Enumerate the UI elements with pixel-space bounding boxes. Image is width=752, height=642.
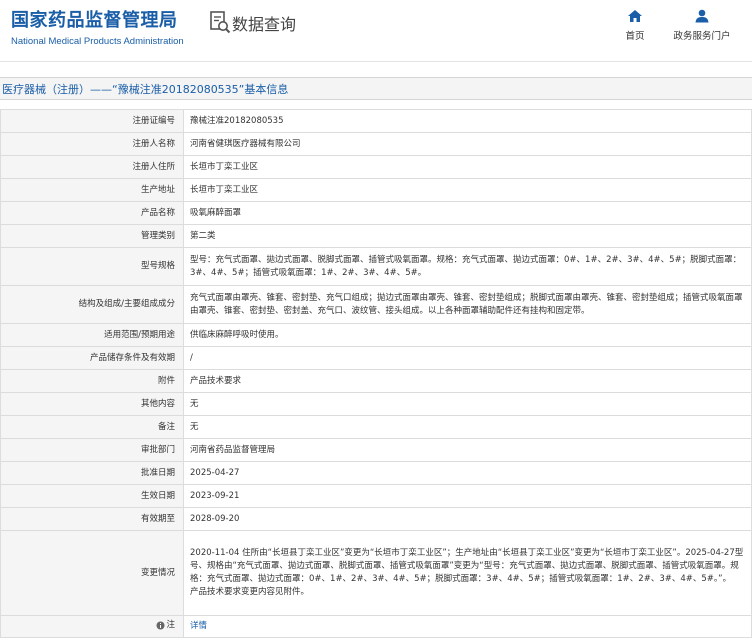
row-value: 供临床麻醉呼吸时使用。 xyxy=(183,323,752,347)
row-label: 生效日期 xyxy=(0,484,184,508)
row-label: 注册人住所 xyxy=(0,155,184,179)
row-label: 产品名称 xyxy=(0,201,184,225)
table-row: 注 详情 xyxy=(0,615,752,638)
row-value: 河南省健琪医疗器械有限公司 xyxy=(183,132,752,156)
site-logo[interactable]: 国家药品监督管理局 National Medical Products Admi… xyxy=(11,6,184,47)
table-row: 生效日期 2023-09-21 xyxy=(0,484,752,508)
table-row: 注册人住所 长垣市丁栾工业区 xyxy=(0,155,752,179)
row-value: 长垣市丁栾工业区 xyxy=(183,178,752,202)
row-value: 第二类 xyxy=(183,224,752,248)
row-value: 豫械注准20182080535 xyxy=(183,109,752,133)
table-row: 注册人名称 河南省健琪医疗器械有限公司 xyxy=(0,132,752,156)
row-label: 审批部门 xyxy=(0,438,184,462)
nav-service-portal[interactable]: 政务服务门户 xyxy=(667,9,737,42)
table-row: 产品名称 吸氧麻醉面罩 xyxy=(0,201,752,225)
table-row: 备注 无 xyxy=(0,415,752,439)
table-row: 变更情况 2020-11-04 住所由“长垣县丁栾工业区”变更为“长垣市丁栾工业… xyxy=(0,530,752,616)
logo-en: National Medical Products Administration xyxy=(11,36,184,47)
page-title: 医疗器械（注册）——“豫械注准20182080535”基本信息 xyxy=(2,83,289,96)
row-value: 充气式面罩由罩壳、锥套、密封垫、充气口组成；拋边式面罩由罩壳、锥套、密封垫组成；… xyxy=(183,285,752,324)
table-row: 注册证编号 豫械注准20182080535 xyxy=(0,109,752,133)
note-value-cell: 详情 xyxy=(183,615,752,638)
row-value: 2028-09-20 xyxy=(183,507,752,531)
page-title-bar: 医疗器械（注册）——“豫械注准20182080535”基本信息 xyxy=(0,77,752,100)
user-icon xyxy=(695,9,709,23)
row-label: 变更情况 xyxy=(0,530,184,616)
row-value: 河南省药品监督管理局 xyxy=(183,438,752,462)
table-row: 管理类别 第二类 xyxy=(0,224,752,248)
row-value: / xyxy=(183,346,752,370)
row-value: 2020-11-04 住所由“长垣县丁栾工业区”变更为“长垣市丁栾工业区”；生产… xyxy=(183,530,752,616)
row-label: 适用范围/预期用途 xyxy=(0,323,184,347)
row-value: 无 xyxy=(183,392,752,416)
table-row: 生产地址 长垣市丁栾工业区 xyxy=(0,178,752,202)
row-value: 产品技术要求 xyxy=(183,369,752,393)
table-row: 附件 产品技术要求 xyxy=(0,369,752,393)
details-link[interactable]: 详情 xyxy=(190,621,207,631)
site-header: 国家药品监督管理局 National Medical Products Admi… xyxy=(0,0,752,62)
document-search-icon xyxy=(210,11,231,34)
table-row: 有效期至 2028-09-20 xyxy=(0,507,752,531)
row-value: 吸氧麻醉面罩 xyxy=(183,201,752,225)
table-row: 其他内容 无 xyxy=(0,392,752,416)
table-row: 审批部门 河南省药品监督管理局 xyxy=(0,438,752,462)
row-label: 生产地址 xyxy=(0,178,184,202)
table-row: 批准日期 2025-04-27 xyxy=(0,461,752,485)
note-label-cell: 注 xyxy=(0,615,184,638)
registration-info-table: 注册证编号 豫械注准20182080535 注册人名称 河南省健琪医疗器械有限公… xyxy=(0,109,752,638)
row-label: 注册人名称 xyxy=(0,132,184,156)
row-label: 批准日期 xyxy=(0,461,184,485)
data-query-title: 数据查询 xyxy=(209,10,296,36)
nav-home-label: 首页 xyxy=(625,31,645,42)
nav-portal-label: 政务服务门户 xyxy=(673,31,731,42)
row-label: 备注 xyxy=(0,415,184,439)
note-label: 注 xyxy=(166,619,175,630)
table-row: 适用范围/预期用途 供临床麻醉呼吸时使用。 xyxy=(0,323,752,347)
row-label: 产品储存条件及有效期 xyxy=(0,346,184,370)
home-icon xyxy=(628,10,642,22)
row-value: 长垣市丁栾工业区 xyxy=(183,155,752,179)
logo-cn: 国家药品监督管理局 xyxy=(11,10,178,31)
row-label: 附件 xyxy=(0,369,184,393)
row-label: 型号规格 xyxy=(0,247,184,286)
info-icon xyxy=(156,621,165,629)
row-value: 2025-04-27 xyxy=(183,461,752,485)
row-label: 有效期至 xyxy=(0,507,184,531)
row-label: 注册证编号 xyxy=(0,109,184,133)
nav-home[interactable]: 首页 xyxy=(600,9,670,42)
row-value: 型号：充气式面罩、拋边式面罩、脱脚式面罩、插管式吸氧面罩。规格：充气式面罩、拋边… xyxy=(183,247,752,286)
query-label: 数据查询 xyxy=(232,15,297,34)
row-label: 其他内容 xyxy=(0,392,184,416)
row-value: 无 xyxy=(183,415,752,439)
row-value: 2023-09-21 xyxy=(183,484,752,508)
row-label: 管理类别 xyxy=(0,224,184,248)
table-row: 型号规格 型号：充气式面罩、拋边式面罩、脱脚式面罩、插管式吸氧面罩。规格：充气式… xyxy=(0,247,752,286)
table-row: 产品储存条件及有效期 / xyxy=(0,346,752,370)
table-row: 结构及组成/主要组成成分 充气式面罩由罩壳、锥套、密封垫、充气口组成；拋边式面罩… xyxy=(0,285,752,324)
row-label: 结构及组成/主要组成成分 xyxy=(0,285,184,324)
